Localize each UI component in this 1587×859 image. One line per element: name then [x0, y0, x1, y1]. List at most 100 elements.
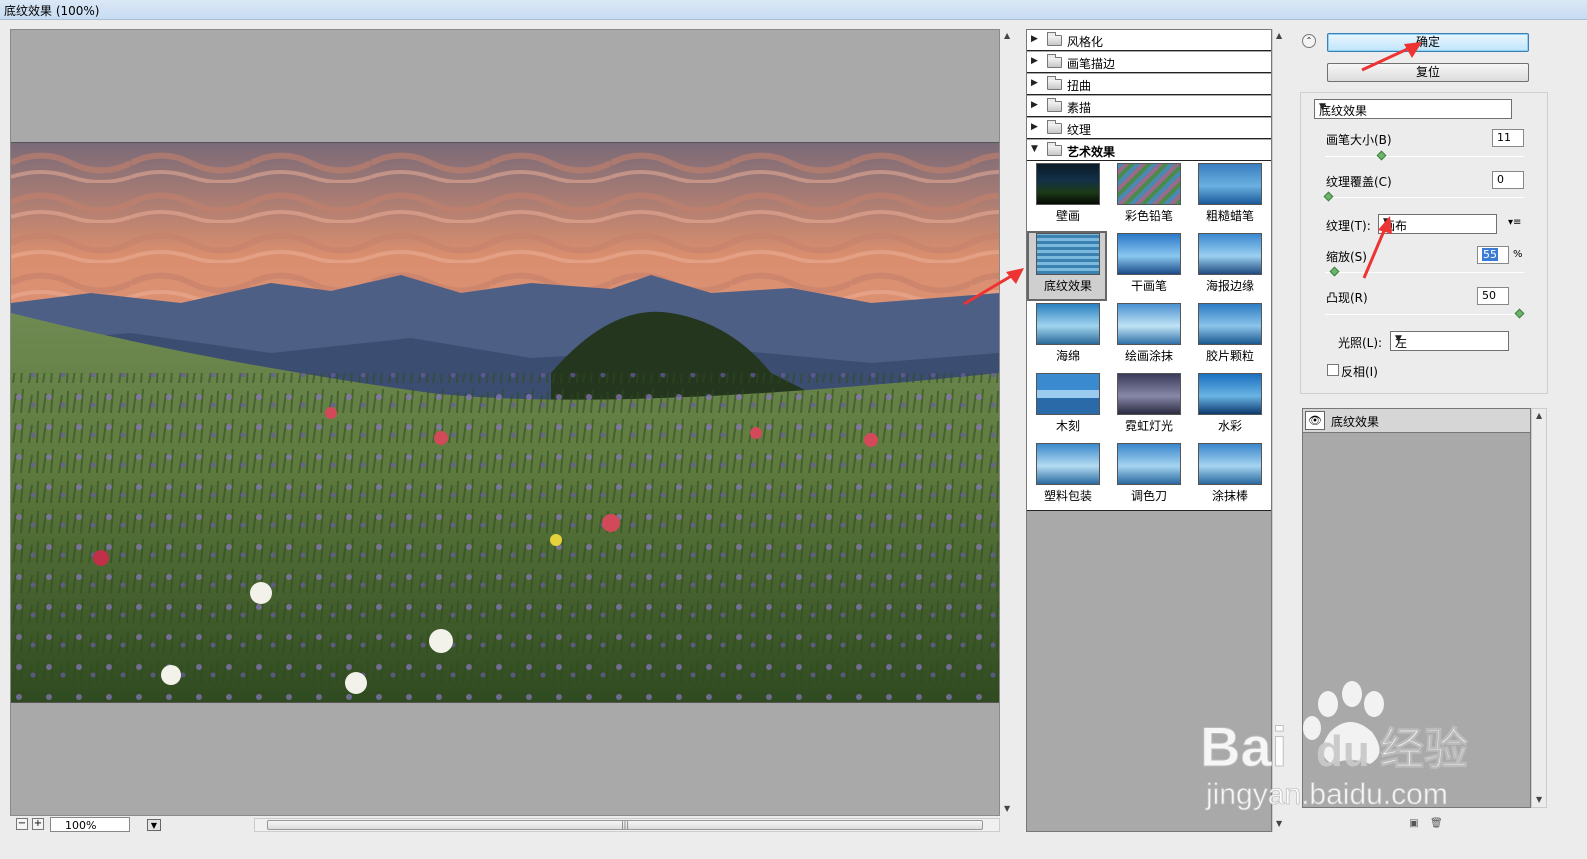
filter-thumb-fresco[interactable]: 壁画 — [1027, 161, 1107, 231]
brush-size-slider-track[interactable] — [1325, 156, 1524, 157]
window-title: 底纹效果 (100%) — [4, 4, 100, 18]
preview-horizontal-scrollbar[interactable]: ||| — [254, 818, 1000, 832]
filter-thumb-smudge-stick[interactable]: 涂抹棒 — [1189, 441, 1269, 511]
thumb-label: 塑料包装 — [1043, 489, 1092, 503]
effect-layer-label: 底纹效果 — [1331, 415, 1380, 429]
texture-menu-icon[interactable]: ▾≡ — [1508, 217, 1521, 228]
folder-sketch[interactable]: ▶ 素描 — [1027, 96, 1271, 117]
open-folder-icon — [1047, 142, 1062, 156]
light-label: 光照(L): — [1338, 336, 1383, 350]
expand-triangle-icon[interactable]: ▶ — [1031, 100, 1038, 110]
filter-thumb-dry-brush[interactable]: 干画笔 — [1108, 231, 1188, 301]
filter-thumb-cutout[interactable]: 木刻 — [1027, 371, 1107, 441]
folder-brush-strokes[interactable]: ▶ 画笔描边 — [1027, 52, 1271, 73]
expand-triangle-icon[interactable]: ▶ — [1031, 122, 1038, 132]
expand-triangle-icon[interactable]: ▶ — [1031, 78, 1038, 88]
thumb-label: 海绵 — [1055, 349, 1080, 363]
thumb-image — [1036, 373, 1100, 415]
brush-size-label: 画笔大小(B) — [1326, 133, 1392, 147]
collapse-gallery-icon[interactable]: ⌃ — [1302, 34, 1316, 48]
thumb-label: 粗糙蜡笔 — [1205, 209, 1254, 223]
preview-image[interactable] — [11, 142, 999, 703]
relief-input[interactable]: 50 — [1477, 287, 1509, 305]
preview-vertical-scrollbar[interactable]: ▲ ▼ — [1001, 29, 1017, 816]
folder-label: 风格化 — [1067, 35, 1104, 49]
texture-select[interactable]: 画布 ▼ — [1378, 214, 1497, 234]
thumb-image — [1117, 303, 1181, 345]
filter-thumb-colored-pencil[interactable]: 彩色铅笔 — [1108, 161, 1188, 231]
baidu-watermark: Bai du 经验 jingyan.baidu.com — [1200, 672, 1500, 822]
zoom-out-button[interactable]: − — [16, 818, 28, 830]
filter-thumbnail-grid: 壁画 彩色铅笔 粗糙蜡笔 底纹效果 干画笔 海报边缘 海绵 绘画涂抹 胶片颗粒 … — [1027, 161, 1271, 511]
folder-distort[interactable]: ▶ 扭曲 — [1027, 74, 1271, 95]
thumb-image — [1198, 163, 1262, 205]
thumb-label: 海报边缘 — [1205, 279, 1254, 293]
folder-texture[interactable]: ▶ 纹理 — [1027, 118, 1271, 139]
expand-triangle-icon[interactable]: ▶ — [1031, 34, 1038, 44]
watermark-text-jingyan: 经验 — [1380, 724, 1468, 775]
zoom-in-button[interactable]: + — [32, 818, 44, 830]
filter-thumb-underpainting[interactable]: 底纹效果 — [1027, 231, 1107, 301]
thumb-label: 绘画涂抹 — [1124, 349, 1173, 363]
thumb-image — [1117, 443, 1181, 485]
scaling-value: 55 — [1482, 248, 1498, 261]
thumb-image — [1117, 373, 1181, 415]
scroll-up-icon[interactable]: ▲ — [1004, 31, 1010, 40]
scaling-slider-track[interactable] — [1325, 272, 1524, 273]
expand-triangle-icon[interactable]: ▶ — [1031, 56, 1038, 66]
filter-thumb-neon-glow[interactable]: 霓虹灯光 — [1108, 371, 1188, 441]
thumb-image — [1036, 163, 1100, 205]
watermark-text-bai: Bai — [1200, 715, 1287, 778]
scroll-up-icon[interactable]: ▲ — [1276, 31, 1282, 40]
texture-coverage-input[interactable]: 0 — [1492, 171, 1524, 189]
texture-coverage-slider-track[interactable] — [1325, 197, 1524, 198]
thumb-image — [1036, 303, 1100, 345]
scroll-down-icon[interactable]: ▼ — [1004, 804, 1010, 813]
collapse-triangle-icon[interactable]: ▼ — [1031, 144, 1038, 154]
zoom-field[interactable]: 100% ▼ — [50, 817, 161, 832]
filter-thumb-poster-edges[interactable]: 海报边缘 — [1189, 231, 1269, 301]
folder-label: 纹理 — [1067, 123, 1092, 137]
filter-thumb-sponge[interactable]: 海绵 — [1027, 301, 1107, 371]
ok-button[interactable]: 确定 — [1327, 33, 1529, 52]
zoom-dropdown-icon[interactable]: ▼ — [147, 819, 161, 831]
effect-layer-row[interactable]: 👁 底纹效果 — [1303, 409, 1530, 433]
invert-checkbox[interactable] — [1327, 364, 1339, 376]
filter-thumb-paint-daubs[interactable]: 绘画涂抹 — [1108, 301, 1188, 371]
thumb-label: 干画笔 — [1130, 279, 1167, 293]
thumb-image — [1036, 233, 1100, 275]
filter-thumb-rough-pastels[interactable]: 粗糙蜡笔 — [1189, 161, 1269, 231]
light-select[interactable]: 左 ▼ — [1390, 331, 1509, 351]
brush-size-input[interactable]: 11 — [1492, 129, 1524, 147]
filter-select[interactable]: 底纹效果 ▼ — [1314, 99, 1512, 119]
folder-icon — [1047, 32, 1062, 46]
filter-thumb-plastic-wrap[interactable]: 塑料包装 — [1027, 441, 1107, 511]
thumb-label: 涂抹棒 — [1211, 489, 1248, 503]
reset-button[interactable]: 复位 — [1327, 63, 1529, 82]
folder-label: 扭曲 — [1067, 79, 1092, 93]
scroll-up-icon[interactable]: ▲ — [1536, 411, 1542, 420]
scroll-thumb[interactable]: ||| — [267, 820, 983, 830]
chevron-down-icon: ▼ — [1319, 102, 1326, 112]
folder-icon — [1047, 98, 1062, 112]
thumb-image — [1117, 163, 1181, 205]
thumb-label: 彩色铅笔 — [1124, 209, 1173, 223]
scaling-input[interactable]: 55 — [1477, 246, 1509, 264]
folder-stylize[interactable]: ▶ 风格化 — [1027, 30, 1271, 51]
chevron-down-icon: ▼ — [1395, 334, 1402, 344]
relief-slider-track[interactable] — [1325, 314, 1524, 315]
texture-label: 纹理(T): — [1326, 219, 1371, 233]
folder-icon — [1047, 120, 1062, 134]
thumb-image — [1036, 443, 1100, 485]
folder-artistic[interactable]: ▼ 艺术效果 — [1027, 140, 1271, 161]
eye-icon[interactable]: 👁 — [1305, 411, 1325, 430]
watermark-text-du: du — [1316, 727, 1370, 776]
effect-layers-scrollbar[interactable]: ▲ ▼ — [1531, 408, 1547, 808]
filter-thumb-palette-knife[interactable]: 调色刀 — [1108, 441, 1188, 511]
preview-area[interactable] — [10, 29, 1000, 816]
filter-thumb-film-grain[interactable]: 胶片颗粒 — [1189, 301, 1269, 371]
thumb-image — [1198, 373, 1262, 415]
filter-thumb-watercolor[interactable]: 水彩 — [1189, 371, 1269, 441]
thumb-image — [1198, 303, 1262, 345]
scroll-down-icon[interactable]: ▼ — [1536, 795, 1542, 804]
